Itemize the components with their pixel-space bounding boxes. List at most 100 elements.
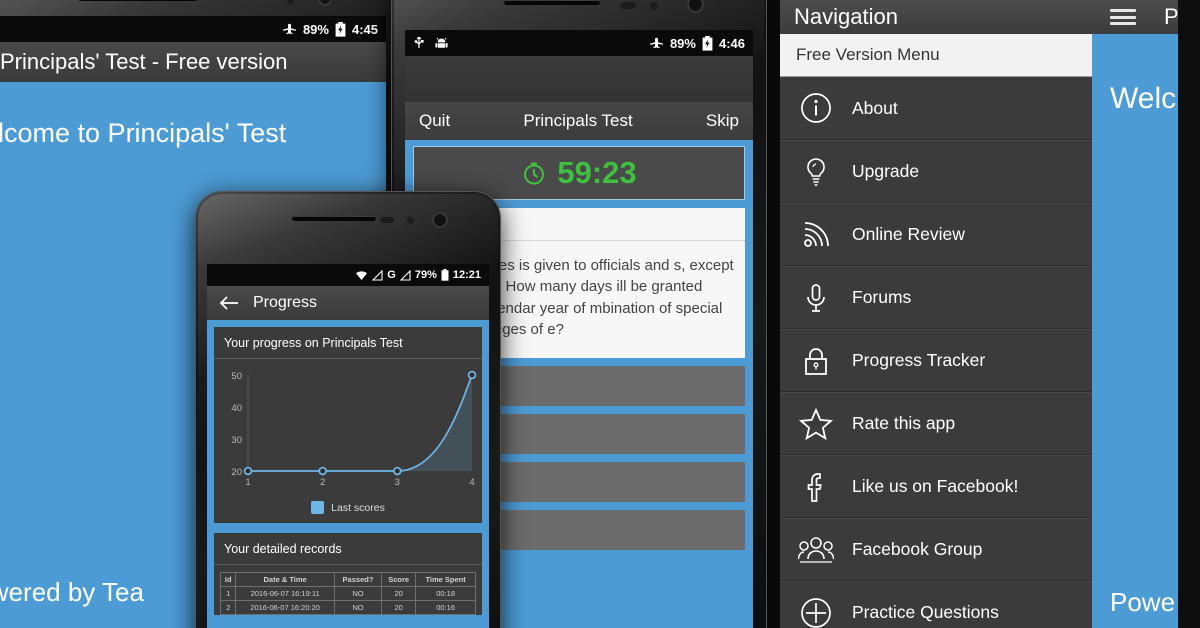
battery-icon bbox=[702, 35, 713, 51]
promo-screenshot-collage: 89% 4:45 Principals' Test - Free version… bbox=[0, 0, 1200, 628]
app-title-partial: P bbox=[1164, 4, 1179, 29]
signal-right-icon bbox=[399, 269, 411, 281]
battery-icon bbox=[441, 269, 449, 281]
proximity-sensor bbox=[650, 2, 658, 10]
drawer-item-practice-questions[interactable]: Practice Questions bbox=[780, 581, 1092, 628]
table-row: 1 2016-06-07 16:19:11 NO 20 00:18 bbox=[219, 586, 476, 601]
clock-label: 4:46 bbox=[718, 35, 745, 51]
stopwatch-icon bbox=[521, 160, 547, 186]
quiz-toolbar: Quit Principals Test Skip bbox=[405, 102, 753, 140]
drawer-item-online-review[interactable]: Online Review bbox=[780, 203, 1092, 266]
chart-card-title: Your progress on Principals Test bbox=[214, 327, 482, 359]
action-bar: Progress bbox=[207, 286, 489, 320]
table-cell: 20 bbox=[381, 586, 417, 601]
table-header-cell: Date & Time bbox=[235, 572, 335, 587]
earpiece-sensor bbox=[380, 217, 394, 223]
airplane-icon bbox=[649, 36, 664, 50]
drawer-item-facebook-group[interactable]: Facebook Group bbox=[780, 518, 1092, 581]
info-icon bbox=[798, 90, 834, 126]
drawer-content-behind: Welc Powe bbox=[1092, 34, 1178, 628]
drawer-item-label: Like us on Facebook! bbox=[852, 476, 1019, 496]
detailed-records-card: Your detailed records Id Date & Time Passe… bbox=[214, 533, 482, 615]
front-camera bbox=[318, 0, 332, 6]
drawer-item-rate-this-app[interactable]: Rate this app bbox=[780, 392, 1092, 455]
front-camera bbox=[432, 212, 448, 228]
signal-left-icon bbox=[372, 269, 383, 281]
table-cell: 2016-06-07 16:19:11 bbox=[235, 586, 335, 601]
hamburger-menu-icon[interactable] bbox=[1110, 7, 1136, 27]
legend-swatch bbox=[311, 501, 325, 514]
welcome-heading: Welcome to Principals' Test bbox=[0, 118, 287, 148]
front-camera bbox=[687, 0, 704, 13]
drawer-item-label: Progress Tracker bbox=[852, 350, 986, 370]
drawer-item-forums[interactable]: Forums bbox=[780, 266, 1092, 329]
table-header-cell: Id bbox=[219, 572, 237, 587]
table-row: 2 2016-06-07 16:20:20 NO 20 00:16 bbox=[219, 600, 476, 615]
network-type-label: G bbox=[387, 269, 396, 281]
battery-percent-label: 89% bbox=[302, 21, 329, 37]
drawer-item-label: Practice Questions bbox=[852, 602, 999, 622]
star-icon bbox=[798, 406, 834, 442]
records-table: Id Date & Time Passed? Score Time Spent 1 201… bbox=[219, 572, 476, 615]
app-title: Principals' Test - Free version bbox=[0, 49, 288, 74]
skip-button[interactable]: Skip bbox=[706, 111, 739, 131]
drawer-item-label: Facebook Group bbox=[852, 539, 983, 559]
table-header-cell: Passed? bbox=[333, 572, 383, 587]
airplane-icon bbox=[282, 22, 297, 36]
android-icon bbox=[435, 37, 448, 50]
drawer-item-label: About bbox=[852, 97, 898, 118]
proximity-sensor bbox=[407, 217, 414, 224]
powered-by-label-partial: Powe bbox=[1110, 587, 1176, 617]
lock-icon bbox=[798, 343, 834, 379]
table-cell: 2016-06-07 16:20:20 bbox=[235, 600, 335, 615]
phone-front: G 79% 12:21 Progress Your progress on Pr… bbox=[196, 192, 500, 628]
svg-text:2: 2 bbox=[320, 477, 325, 488]
wifi-icon bbox=[355, 270, 368, 281]
quiz-title: Principals Test bbox=[523, 111, 633, 130]
drawer-item-label: Rate this app bbox=[852, 413, 956, 433]
svg-text:40: 40 bbox=[231, 403, 242, 414]
table-cell: 2 bbox=[219, 600, 237, 615]
battery-icon bbox=[335, 21, 346, 37]
powered-by-label: Powered by Tea bbox=[0, 577, 144, 607]
earpiece-sensor bbox=[620, 2, 636, 9]
back-arrow-icon[interactable] bbox=[219, 295, 239, 311]
svg-text:3: 3 bbox=[395, 477, 400, 488]
plus-circle-icon bbox=[798, 595, 834, 628]
toolbar-spacer bbox=[405, 56, 753, 102]
legend-label: Last scores bbox=[331, 501, 385, 514]
quit-button[interactable]: Quit bbox=[419, 111, 450, 131]
drawer-title: Navigation bbox=[794, 4, 898, 29]
progress-body: Your progress on Principals Test 20 30 40 5… bbox=[207, 320, 489, 622]
facebook-icon bbox=[798, 469, 834, 505]
drawer-item-upgrade[interactable]: Upgrade bbox=[780, 140, 1092, 203]
svg-text:1: 1 bbox=[245, 477, 250, 488]
drawer-item-like-us-on-facebook[interactable]: Like us on Facebook! bbox=[780, 455, 1092, 518]
table-cell: NO bbox=[333, 586, 383, 601]
clock-label: 4:45 bbox=[351, 21, 378, 37]
table-cell: 1 bbox=[219, 586, 237, 601]
status-bar: 89% 4:46 bbox=[405, 30, 753, 56]
table-cell: 00:16 bbox=[415, 600, 476, 615]
chart-legend: Last scores bbox=[214, 497, 482, 523]
records-card-title: Your detailed records bbox=[214, 533, 482, 565]
table-cell: NO bbox=[333, 600, 383, 615]
table-header-cell: Time Spent bbox=[415, 572, 476, 587]
action-bar: Principals' Test - Free version bbox=[0, 42, 386, 82]
status-bar: 89% 4:45 bbox=[0, 16, 386, 42]
drawer-item-about[interactable]: About bbox=[780, 77, 1092, 140]
timer-value: 59:23 bbox=[557, 155, 637, 190]
drawer-header: Free Version Menu bbox=[780, 34, 1092, 77]
drawer-item-label: Forums bbox=[852, 287, 912, 307]
drawer-panel: Free Version Menu About Upgrade Online Rev… bbox=[780, 34, 1092, 628]
table-header-cell: Score bbox=[381, 572, 417, 587]
rss-icon bbox=[798, 217, 834, 253]
records-table-wrap: Id Date & Time Passed? Score Time Spent 1 201… bbox=[214, 565, 482, 615]
welcome-heading-partial: Welc bbox=[1110, 82, 1177, 115]
svg-text:50: 50 bbox=[231, 371, 242, 382]
table-cell: 20 bbox=[381, 600, 417, 615]
drawer-item-progress-tracker[interactable]: Progress Tracker bbox=[780, 329, 1092, 392]
usb-icon bbox=[413, 36, 425, 50]
svg-text:30: 30 bbox=[231, 435, 242, 446]
microphone-icon bbox=[798, 280, 834, 316]
